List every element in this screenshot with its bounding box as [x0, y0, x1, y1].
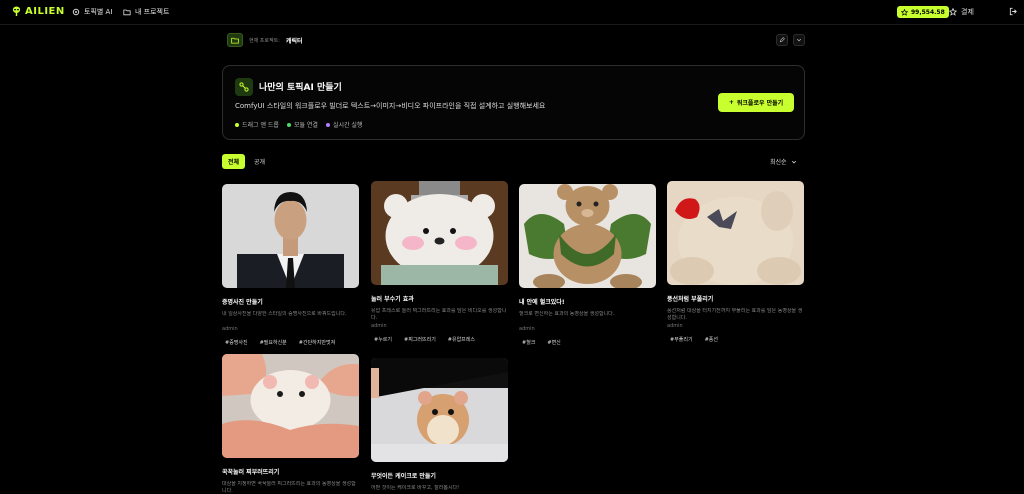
folder-icon: [123, 9, 131, 16]
edit-project-button[interactable]: [776, 34, 788, 46]
feature-tag-label: 모듈 연결: [293, 122, 318, 129]
credits-badge[interactable]: 99,554.58: [897, 6, 949, 18]
plus-icon: +: [728, 99, 734, 106]
sort-label: 최신순: [770, 159, 787, 166]
nav-topic-ai[interactable]: 토픽별 AI: [72, 7, 112, 17]
workflow-card[interactable]: 꾹꾹눌러 찌부러뜨리기 대상을 지정하면 꾹꾹눌러 찌그러뜨리는 효과의 동영상…: [222, 354, 359, 494]
card-author: admin: [371, 323, 387, 329]
project-folder-button[interactable]: [227, 33, 243, 47]
dot-icon: [325, 122, 330, 127]
hero-description: ComfyUI 스타일의 워크플로우 빌더로 텍스트→이미지→비디오 파이프라인…: [235, 102, 546, 110]
workflow-card[interactable]: 풍선처럼 부풀리기 풍선처럼 대상을 터지기전까지 부풀리는 효과를 담은 동영…: [667, 181, 804, 344]
card-title: 내 안에 헐크있다!: [519, 299, 565, 306]
card-tags: #부풀리기 #풍선: [667, 335, 804, 344]
feature-tag: 드래그 앤 드롭: [235, 120, 279, 129]
hero-title: 나만의 토픽AI 만들기: [259, 83, 342, 93]
tab-all[interactable]: 전체: [222, 154, 246, 169]
card-thumbnail: [371, 181, 508, 285]
nav-my-projects[interactable]: 내 프로젝트: [123, 7, 169, 17]
card-author: admin: [519, 326, 535, 332]
project-dropdown-button[interactable]: [793, 34, 805, 46]
pay-label: 결제: [961, 8, 974, 16]
hashtag[interactable]: #간단하지만멋져: [296, 338, 338, 347]
hashtag[interactable]: #찌그러뜨리기: [401, 335, 439, 344]
feature-tag: 모듈 연결: [286, 120, 318, 129]
credits-value: 99,554.58: [911, 8, 945, 16]
card-thumbnail: [371, 358, 508, 462]
chevron-down-icon: [791, 160, 796, 163]
card-description: 유압 프레스로 눌러 찌그러뜨리는 효과를 담은 비디오를 생성합니다.: [371, 308, 507, 321]
hero-feature-tags: 드래그 앤 드롭 모듈 연결 실시간 실행: [235, 120, 362, 129]
hashtag[interactable]: #필요하신분: [257, 338, 290, 347]
hashtag[interactable]: #유압프레스: [445, 335, 478, 344]
card-title: 꾹꾹눌러 찌부러뜨리기: [222, 469, 280, 476]
card-description: 대상을 지정하면 꾹꾹눌러 찌그러뜨리는 효과의 동영상을 생성합니다.: [222, 481, 356, 494]
hashtag[interactable]: #헐크: [519, 338, 538, 347]
hashtag[interactable]: #증명사진: [222, 338, 251, 347]
logout-icon[interactable]: [1009, 7, 1018, 16]
dot-icon: [286, 122, 291, 127]
card-thumbnail: [222, 184, 359, 288]
card-thumbnail: [519, 184, 656, 288]
hashtag[interactable]: #누르기: [371, 335, 395, 344]
card-tags: #누르기 #찌그러뜨리기 #유압프레스: [371, 335, 508, 344]
workflow-icon: [235, 78, 253, 96]
card-description: 어떤 것이든 케이크로 바꾸고, 잘라봅시다!: [371, 485, 460, 491]
card-tags: #증명사진 #필요하신분 #간단하지만멋져: [222, 338, 359, 347]
card-description: 풍선처럼 대상을 터지기전까지 부풀리는 효과를 담은 동영상을 생성합니다.: [667, 308, 803, 321]
card-author: admin: [667, 323, 683, 329]
feature-tag-label: 드래그 앤 드롭: [242, 122, 279, 129]
workflow-card[interactable]: 내 안에 헐크있다! 헐크로 변신하는 효과의 동영상을 생성합니다. admi…: [519, 184, 656, 347]
workflow-card[interactable]: 무엇이든 케이크로 만들기 어떤 것이든 케이크로 바꾸고, 잘라봅시다!: [371, 358, 508, 494]
create-topic-ai-banner: 나만의 토픽AI 만들기 ComfyUI 스타일의 워크플로우 빌더로 텍스트→…: [222, 65, 805, 140]
hashtag[interactable]: #풍선: [702, 335, 721, 344]
tab-public-label: 공개: [254, 159, 266, 166]
sort-dropdown[interactable]: 최신순: [770, 157, 797, 166]
create-workflow-label: 워크플로우 만들기: [736, 100, 784, 107]
alien-icon: [12, 6, 21, 16]
hashtag[interactable]: #변신: [544, 338, 563, 347]
nav-my-projects-label: 내 프로젝트: [135, 8, 170, 16]
brand-name: AILIEN: [25, 6, 65, 17]
folder-icon: [231, 37, 239, 44]
card-title: 증명사진 만들기: [222, 299, 263, 306]
tab-public[interactable]: 공개: [248, 154, 271, 169]
card-author: admin: [222, 326, 238, 332]
card-title: 눌러 부수기 효과: [371, 296, 414, 303]
project-label: 현재 프로젝트:: [249, 38, 280, 44]
edit-icon: [779, 37, 785, 43]
project-name[interactable]: 캐릭터: [286, 36, 303, 45]
feature-tag: 실시간 실행: [325, 120, 363, 129]
card-title: 무엇이든 케이크로 만들기: [371, 473, 436, 480]
tab-all-label: 전체: [228, 159, 240, 166]
card-tags: #헐크 #변신: [519, 338, 656, 347]
top-nav: AILIEN 토픽별 AI 내 프로젝트 99,554.58 결제: [0, 0, 1024, 25]
create-workflow-button[interactable]: + 워크플로우 만들기: [718, 93, 794, 112]
star-icon: [901, 8, 908, 16]
nav-topic-ai-label: 토픽별 AI: [84, 8, 113, 16]
workflow-card[interactable]: 눌러 부수기 효과 유압 프레스로 눌러 찌그러뜨리는 효과를 담은 비디오를 …: [371, 181, 508, 344]
hashtag[interactable]: #부풀리기: [667, 335, 696, 344]
gear-icon: [72, 8, 80, 16]
card-description: 내 일상사진을 다양한 스타일의 증명사진으로 바꿔드립니다.: [222, 311, 347, 317]
pay-button[interactable]: 결제: [949, 7, 974, 17]
card-thumbnail: [222, 354, 359, 458]
brand-logo[interactable]: AILIEN: [12, 6, 65, 17]
card-thumbnail: [667, 181, 804, 285]
card-description: 헐크로 변신하는 효과의 동영상을 생성합니다.: [519, 311, 615, 317]
card-title: 풍선처럼 부풀리기: [667, 296, 714, 303]
feature-tag-label: 실시간 실행: [332, 122, 363, 129]
chevron-down-icon: [796, 38, 802, 42]
workflow-card[interactable]: 증명사진 만들기 내 일상사진을 다양한 스타일의 증명사진으로 바꿔드립니다.…: [222, 184, 359, 347]
star-outline-icon: [949, 8, 957, 16]
dot-icon: [235, 122, 239, 127]
